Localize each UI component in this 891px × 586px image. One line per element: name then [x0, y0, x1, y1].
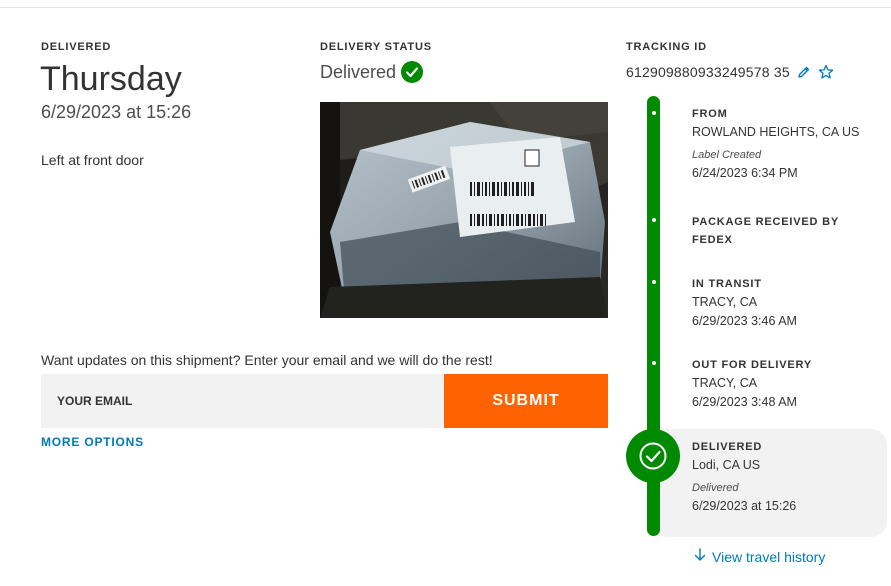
timeline-event-delivered: DELIVERED Lodi, CA US Delivered 6/29/202… [692, 438, 882, 516]
event-time: 6/29/2023 3:46 AM [692, 314, 797, 328]
header-divider [0, 7, 891, 8]
view-travel-history-link[interactable]: View travel history [694, 548, 825, 565]
delivered-check-icon [626, 429, 680, 483]
event-sublabel: Label Created [692, 149, 762, 161]
more-options-link[interactable]: MORE OPTIONS [41, 435, 144, 449]
event-location: ROWLAND HEIGHTS, CA US [692, 125, 860, 139]
delivery-status: Delivered [320, 61, 424, 83]
timeline-dot [652, 280, 656, 284]
proof-of-delivery-photo[interactable] [320, 102, 608, 318]
delivery-status-label: DELIVERY STATUS [320, 41, 432, 53]
pencil-icon[interactable] [796, 64, 812, 80]
event-sublabel: Delivered [692, 482, 739, 494]
event-time: 6/29/2023 at 15:26 [692, 499, 797, 513]
view-travel-history-label: View travel history [712, 548, 826, 565]
event-title: DELIVERED [692, 441, 763, 453]
event-title: PACKAGE RECEIVED BY FEDEX [692, 216, 839, 246]
timeline-event-out-for-delivery: OUT FOR DELIVERY TRACY, CA 6/29/2023 3:4… [692, 356, 882, 412]
email-updates-prompt: Want updates on this shipment? Enter you… [41, 352, 493, 368]
event-title: OUT FOR DELIVERY [692, 359, 812, 371]
delivered-label: DELIVERED [41, 41, 112, 53]
event-title: FROM [692, 108, 728, 120]
event-time: 6/29/2023 3:48 AM [692, 395, 797, 409]
email-field-container[interactable] [41, 374, 444, 428]
timeline-event-from: FROM ROWLAND HEIGHTS, CA US Label Create… [692, 105, 882, 183]
event-location: TRACY, CA [692, 295, 758, 309]
delivery-status-text: Delivered [320, 61, 397, 82]
tracking-number: 612909880933249578 35 [626, 64, 790, 80]
timeline-dot [652, 218, 656, 222]
submit-button[interactable]: SUBMIT [444, 374, 608, 428]
event-time: 6/24/2023 6:34 PM [692, 166, 798, 180]
timeline-event-in-transit: IN TRANSIT TRACY, CA 6/29/2023 3:46 AM [692, 275, 882, 331]
timeline-dot [652, 361, 656, 365]
email-field[interactable] [55, 393, 429, 409]
event-title: IN TRANSIT [692, 278, 762, 290]
arrow-down-icon [694, 548, 706, 565]
timeline-event-received: PACKAGE RECEIVED BY FEDEX [692, 213, 852, 249]
delivery-day: Thursday [40, 60, 182, 98]
event-location: Lodi, CA US [692, 458, 761, 472]
check-circle-icon [401, 61, 424, 83]
event-location: TRACY, CA [692, 376, 758, 390]
timeline-dot [652, 111, 656, 115]
delivery-datetime: 6/29/2023 at 15:26 [41, 102, 192, 122]
tracking-id-row: 612909880933249578 35 [626, 64, 834, 80]
tracking-id-label: TRACKING ID [626, 41, 707, 53]
star-outline-icon[interactable] [818, 64, 834, 80]
delivery-note: Left at front door [41, 152, 144, 168]
